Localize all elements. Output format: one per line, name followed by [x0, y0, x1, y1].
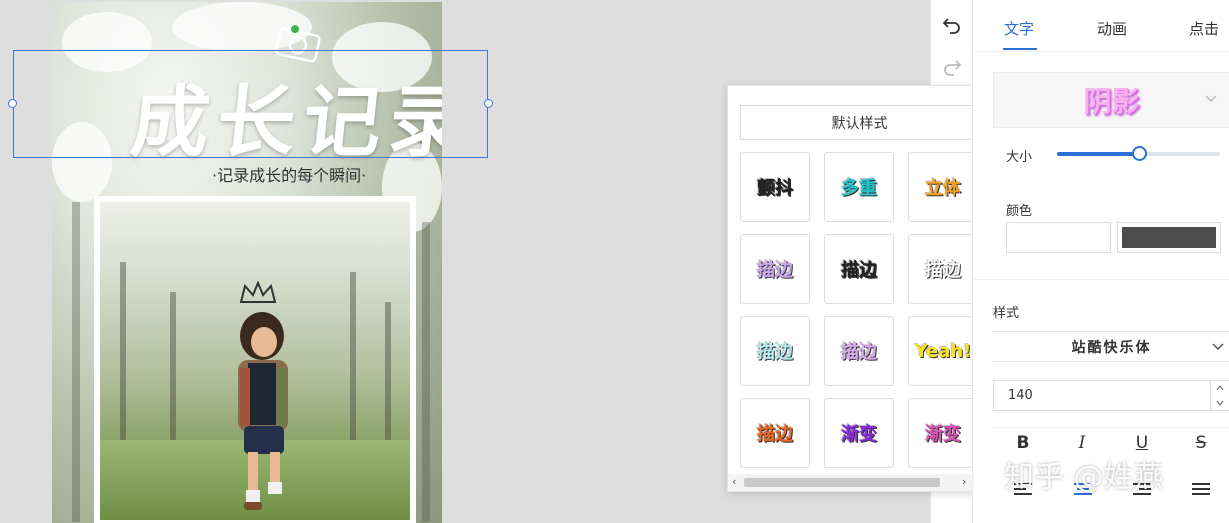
tab-text[interactable]: 文字	[1004, 18, 1034, 39]
style-tile-label: Yeah!	[914, 340, 972, 362]
style-tile[interactable]: 渐变	[908, 398, 978, 468]
style-tile-label: 渐变	[925, 424, 961, 445]
tab-animation[interactable]: 动画	[1097, 18, 1127, 39]
style-tile-label: 描边	[757, 424, 793, 445]
scroll-thumb[interactable]	[744, 478, 940, 487]
style-label: 样式	[993, 306, 1020, 321]
color-picker[interactable]	[1117, 222, 1221, 253]
color-swatch	[1122, 227, 1216, 248]
text-selection-box[interactable]	[8, 50, 493, 158]
divider	[973, 279, 1229, 280]
tree-trunk	[422, 222, 430, 522]
style-tile-label: 描边	[925, 260, 961, 281]
active-tab-indicator	[1003, 48, 1037, 50]
style-tile-label: 颤抖	[757, 178, 793, 199]
style-tile[interactable]: 描边	[908, 234, 978, 304]
font-size-stepper[interactable]	[1211, 380, 1229, 411]
running-child-figure	[238, 312, 288, 510]
resize-handle-right[interactable]	[484, 99, 493, 108]
chevron-down-icon[interactable]	[1216, 400, 1224, 406]
style-tile[interactable]: 立体	[908, 152, 978, 222]
align-justify-icon[interactable]	[1192, 483, 1210, 499]
divider	[973, 51, 1229, 52]
child-photo	[100, 202, 410, 520]
style-tile[interactable]: 渐变	[824, 398, 894, 468]
color-picker-empty[interactable]	[1006, 222, 1111, 253]
color-label: 颜色	[1006, 204, 1033, 219]
strikethrough-button[interactable]: S	[1191, 433, 1211, 455]
photo-frame[interactable]	[94, 196, 416, 523]
chevron-down-icon	[1212, 343, 1224, 351]
style-tile-label: 描边	[841, 260, 877, 281]
style-tile[interactable]: Yeah!	[908, 316, 978, 386]
font-size-input[interactable]: 140	[993, 380, 1211, 411]
style-tile-label: 渐变	[841, 424, 877, 445]
text-style-popup: 默认样式 ⌃ ⌄ ‹ › 颤抖多重立体描边描边描边描边描边Yeah!描边渐变渐变	[727, 85, 992, 492]
style-tile[interactable]: 描边	[740, 398, 810, 468]
style-tile-label: 描边	[757, 260, 793, 281]
style-tile[interactable]: 描边	[824, 316, 894, 386]
style-tile[interactable]: 描边	[740, 234, 810, 304]
crown-icon	[239, 280, 277, 303]
scroll-right-icon[interactable]: ›	[962, 475, 966, 488]
resize-handle-left[interactable]	[8, 99, 17, 108]
font-family-select[interactable]: 站酷快乐体	[993, 331, 1229, 362]
size-label: 大小	[1006, 150, 1033, 165]
style-tile-label: 立体	[925, 178, 961, 199]
size-slider-thumb[interactable]	[1131, 146, 1147, 161]
style-tile[interactable]: 描边	[824, 234, 894, 304]
style-tile[interactable]: 颤抖	[740, 152, 810, 222]
tab-click[interactable]: 点击	[1189, 18, 1219, 39]
text-effect-select[interactable]: 阴影	[993, 72, 1229, 128]
undo-icon[interactable]	[942, 14, 962, 34]
chevron-up-icon[interactable]	[1216, 385, 1224, 391]
properties-panel: 文字 动画 点击 阴影 大小 颜色 样式 站酷快乐体 140 B I U S	[972, 0, 1229, 523]
font-name: 站酷快乐体	[1071, 339, 1152, 356]
default-style-button[interactable]: 默认样式	[740, 105, 978, 140]
style-tile[interactable]: 描边	[740, 316, 810, 386]
scroll-left-icon[interactable]: ‹	[732, 475, 736, 488]
style-tile-label: 描边	[757, 342, 793, 363]
popup-horizontal-scrollbar[interactable]: ‹ ›	[728, 474, 976, 491]
divider	[993, 427, 1229, 428]
effect-preview: 阴影	[1083, 85, 1140, 118]
size-slider-fill	[1057, 152, 1139, 156]
chevron-down-icon	[1205, 95, 1217, 103]
redo-icon[interactable]	[942, 56, 962, 76]
tree-trunk	[72, 202, 80, 522]
style-tile-label: 多重	[841, 178, 877, 199]
style-tile[interactable]: 多重	[824, 152, 894, 222]
watermark: 知乎 @姓燕	[1004, 460, 1164, 495]
poster-subtitle[interactable]: ·记录成长的每个瞬间·	[212, 162, 366, 186]
size-slider[interactable]	[1057, 146, 1220, 161]
style-tile-label: 描边	[841, 342, 877, 363]
